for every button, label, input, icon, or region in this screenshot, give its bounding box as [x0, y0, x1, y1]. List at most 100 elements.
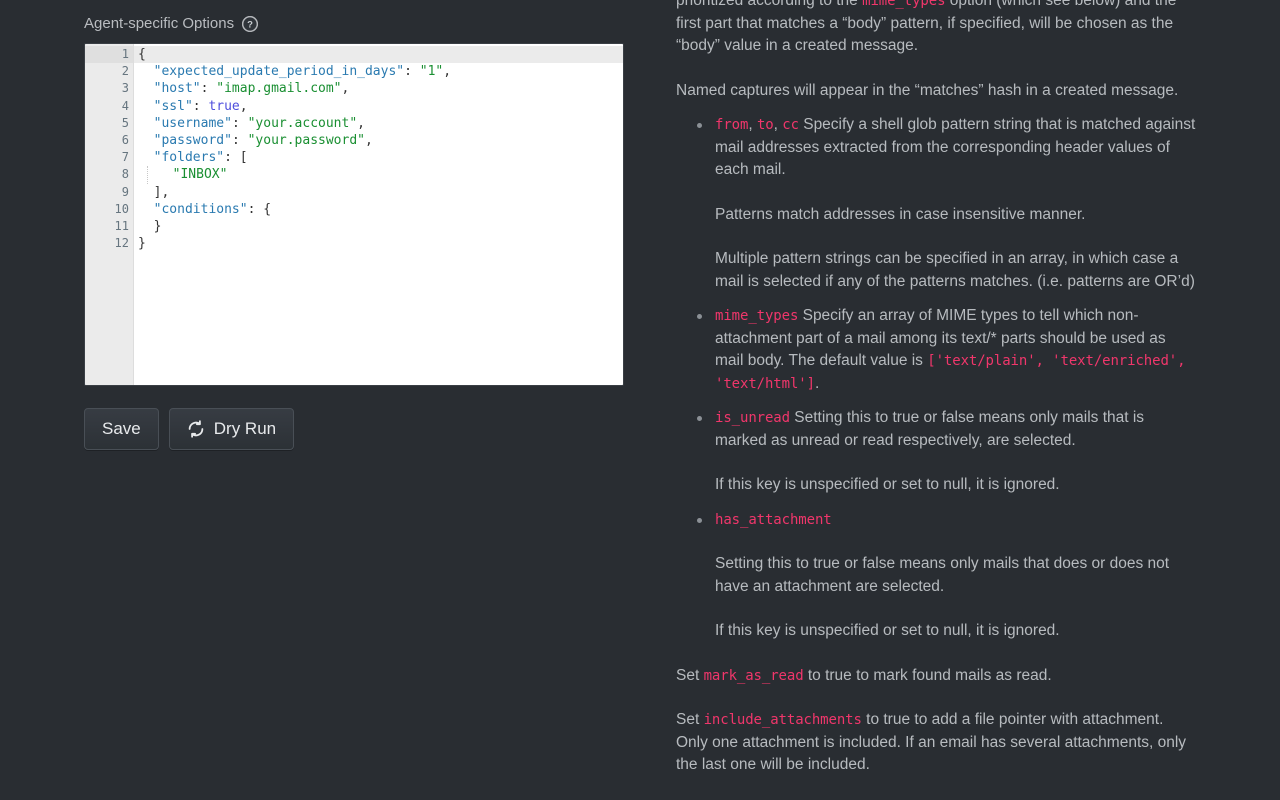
code-token-punc: ,	[341, 81, 350, 97]
doc-text-run: Setting this to true or false means only…	[715, 555, 1170, 595]
editor-line-number: 9	[121, 184, 129, 199]
doc-paragraph: Setting this to true or false means only…	[715, 553, 1196, 598]
dry-run-button[interactable]: Dry Run	[168, 408, 295, 450]
editor-code-line: "host": "imap.gmail.com",	[138, 80, 623, 97]
doc-paragraph-mime-priority: prioritized according to the mime_types …	[676, 0, 1196, 58]
code-token-punc: :	[231, 115, 248, 131]
code-token-punc: :	[200, 81, 217, 97]
agent-options-panel: Agent-specific Options ? 1▾234567▾8910▾1…	[0, 0, 660, 800]
doc-text-run: If this key is unspecified or set to nul…	[715, 622, 1060, 639]
editor-line-number: 7▾	[85, 149, 139, 166]
code-token-key: "conditions"	[153, 201, 248, 217]
inline-code-token: include_attachments	[703, 712, 862, 728]
doc-paragraph-include-attachments: Set include_attachments to true to add a…	[676, 709, 1196, 777]
doc-text-run: prioritized according to the	[676, 0, 863, 9]
code-token-punc: ,	[443, 64, 452, 80]
editor-line-number: 2	[121, 64, 129, 79]
editor-code-line: }	[138, 218, 623, 235]
doc-paragraph: is_unread Setting this to true or false …	[715, 407, 1196, 452]
doc-text-run: Patterns match addresses in case insensi…	[715, 205, 1086, 223]
save-button[interactable]: Save	[84, 408, 159, 450]
doc-text-run: ,	[773, 116, 783, 133]
editor-line-number: 4	[121, 98, 129, 113]
indent-guide: "INBOX"	[147, 166, 227, 184]
code-token-punc: ,	[239, 98, 248, 114]
code-token-punc: }	[138, 236, 146, 252]
code-token-punc: {	[138, 47, 146, 62]
editor-code-line: "ssl": true,	[138, 98, 623, 115]
code-token-str: "your.account"	[247, 115, 358, 131]
code-token-key: "folders"	[153, 150, 225, 166]
dry-run-button-label: Dry Run	[213, 419, 277, 438]
code-token-key: "expected_update_period_in_days"	[153, 64, 405, 80]
doc-paragraph: Multiple pattern strings can be specifie…	[715, 248, 1196, 293]
app-root: Agent-specific Options ? 1▾234567▾8910▾1…	[0, 0, 1280, 800]
agent-options-code-editor[interactable]: 1▾2 3 4 5 6 7▾8 9 10▾11 12 { "expected_update_pe…	[84, 43, 624, 386]
doc-paragraph-named-captures: Named captures will appear in the “match…	[676, 80, 1196, 103]
editor-line-number: 1▾	[85, 46, 139, 64]
code-token-bool: true	[208, 98, 240, 114]
question-mark-circle-icon[interactable]: ?	[242, 16, 259, 32]
inline-code-token: cc	[782, 117, 799, 133]
editor-line-number: 11	[114, 218, 129, 233]
doc-text-run: Set	[676, 711, 704, 728]
doc-paragraph: mime_types Specify an array of MIME type…	[715, 305, 1196, 395]
code-token-str: "1"	[419, 64, 444, 80]
code-token-punc: :	[404, 64, 420, 80]
field-label-text: Agent-specific Options	[84, 15, 235, 32]
save-button-label: Save	[102, 419, 141, 438]
editor-code-line: "conditions": {	[138, 201, 623, 218]
editor-code-line: ],	[138, 184, 623, 201]
doc-bullet-is-unread: is_unread Setting this to true or false …	[676, 407, 1196, 497]
doc-paragraph: Patterns match addresses in case insensi…	[715, 204, 1196, 227]
form-action-buttons: Save Dry Run	[84, 408, 660, 450]
editor-code-line: "password": "your.password",	[138, 132, 623, 149]
editor-code-area[interactable]: { "expected_update_period_in_days": "1",…	[134, 44, 623, 385]
doc-paragraph: If this key is unspecified or set to nul…	[715, 474, 1196, 497]
code-token-str: "imap.gmail.com"	[216, 81, 342, 97]
editor-line-number: 5	[121, 115, 129, 130]
inline-code-token: to	[756, 117, 774, 133]
doc-text-run: ,	[748, 116, 757, 133]
doc-text-run: .	[814, 374, 820, 392]
editor-line-number-gutter: 1▾2 3 4 5 6 7▾8 9 10▾11 12	[85, 44, 139, 385]
code-token-punc: : {	[247, 201, 272, 217]
editor-line-number: 8	[121, 167, 129, 182]
editor-line-number: 12	[114, 236, 129, 251]
code-token-str: "your.password"	[247, 132, 365, 148]
doc-bullet-has-attachment: has_attachment Setting this to true or fa…	[676, 509, 1196, 643]
code-token-key: "username"	[153, 115, 232, 131]
inline-code-token: has_attachment	[715, 511, 832, 528]
inline-code-token: from	[715, 117, 749, 133]
agent-options-label: Agent-specific Options ?	[84, 14, 660, 34]
doc-paragraph: from, to, cc Specify a shell glob patter…	[715, 114, 1196, 182]
code-token-punc: ,	[365, 132, 373, 148]
refresh-sync-icon	[187, 420, 205, 438]
editor-code-line: "username": "your.account",	[138, 115, 623, 132]
code-token-key: "password"	[153, 132, 232, 148]
doc-text-run: Named captures will appear in the “match…	[676, 81, 1179, 99]
code-token-key: "host"	[153, 81, 201, 97]
code-token-punc: :	[192, 98, 209, 114]
editor-code-line: {	[134, 46, 623, 64]
doc-bullet-list: from, to, cc Specify a shell glob patter…	[676, 114, 1196, 643]
editor-code-line: "INBOX"	[138, 166, 623, 184]
doc-text-run: Set	[676, 666, 704, 684]
code-token-key: "ssl"	[153, 98, 193, 114]
doc-bullet-from-to-cc: from, to, cc Specify a shell glob patter…	[676, 114, 1196, 293]
editor-code-line: "folders": [	[138, 149, 623, 166]
inline-code-token: mime_types	[862, 0, 946, 9]
inline-code-token: is_unread	[715, 410, 790, 426]
code-token-punc: :	[231, 132, 248, 148]
inline-code-token: mime_types	[715, 308, 799, 324]
agent-documentation-panel: prioritized according to the mime_types …	[676, 0, 1280, 800]
